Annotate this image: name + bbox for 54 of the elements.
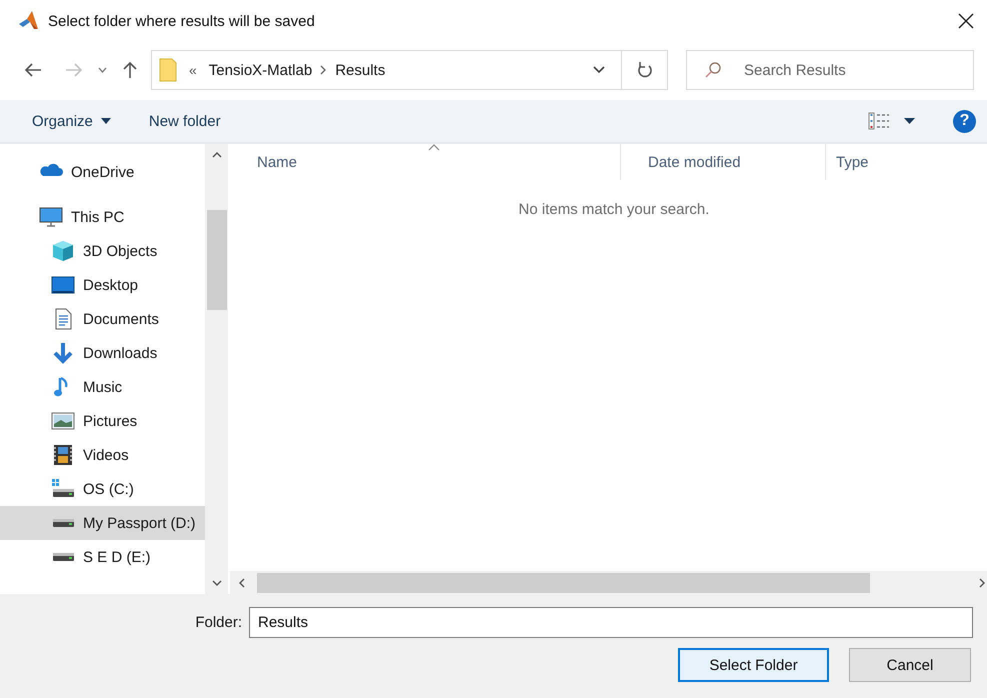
nav-item[interactable]: My Passport (D:) [0,506,205,540]
folder-name-field[interactable]: Results [249,607,973,638]
refresh-icon [636,61,652,79]
folder-label: Folder: [195,614,242,631]
dropdown-caret-icon [904,118,915,124]
column-header[interactable]: Type [826,144,987,180]
scrollbar-thumb[interactable] [206,210,226,310]
help-button[interactable]: ? [953,110,976,132]
nav-item[interactable]: Documents [0,302,205,336]
breadcrumb[interactable]: TensioX-Matlab [208,62,312,78]
toolbar-button[interactable]: Organize [22,108,121,134]
details-view-icon [868,112,890,130]
address-bar[interactable]: « TensioX-Matlab Results [151,50,668,90]
nav-item[interactable]: Pictures [0,404,205,438]
nav-item[interactable]: OS (C:) [0,472,205,506]
nav-item[interactable]: Downloads [0,336,205,370]
breadcrumb[interactable]: Results [335,62,386,78]
column-header[interactable]: Date modified [621,144,826,180]
download-arrow-icon [51,341,75,365]
up-arrow-icon [123,61,137,79]
computer-icon [39,205,63,229]
chevron-right-icon [320,65,328,75]
nav-item[interactable]: 3D Objects [0,234,205,268]
chevron-left-icon [236,578,246,588]
forward-arrow-icon [65,63,83,77]
drive-icon [51,552,75,562]
folder-icon [159,58,177,82]
empty-message: No items match your search. [518,201,710,219]
nav-item[interactable]: Videos [0,438,205,472]
scrollbar-thumb[interactable] [257,572,870,592]
search-field[interactable]: Search Results [686,50,974,90]
film-icon [51,443,75,467]
chevron-right-icon [977,578,987,588]
search-icon [705,62,721,78]
drive-icon [51,518,75,528]
nav-item[interactable]: Music [0,370,205,404]
close-icon [958,13,974,29]
toolbar-button[interactable]: New folder [138,108,231,134]
dialog-button[interactable]: Cancel [849,648,971,682]
nav-item[interactable]: Desktop [0,268,205,302]
app-logo-icon [17,10,39,32]
nav-item[interactable]: This PC [0,200,205,234]
column-header[interactable]: Name [230,144,621,180]
nav-item[interactable]: S E D (E:) [0,540,205,574]
chevron-down-icon [593,66,605,74]
dialog-button[interactable]: Select Folder [678,648,829,682]
chevron-down-icon [212,578,222,588]
chevron-up-icon [212,150,222,160]
breadcrumb-overflow[interactable]: « [189,62,197,78]
window-title: Select folder where results will be saved [48,12,316,30]
cube-icon [51,239,75,263]
chevron-down-icon [98,67,106,73]
nav-item[interactable]: OneDrive [0,155,205,189]
back-arrow-icon [24,63,42,77]
